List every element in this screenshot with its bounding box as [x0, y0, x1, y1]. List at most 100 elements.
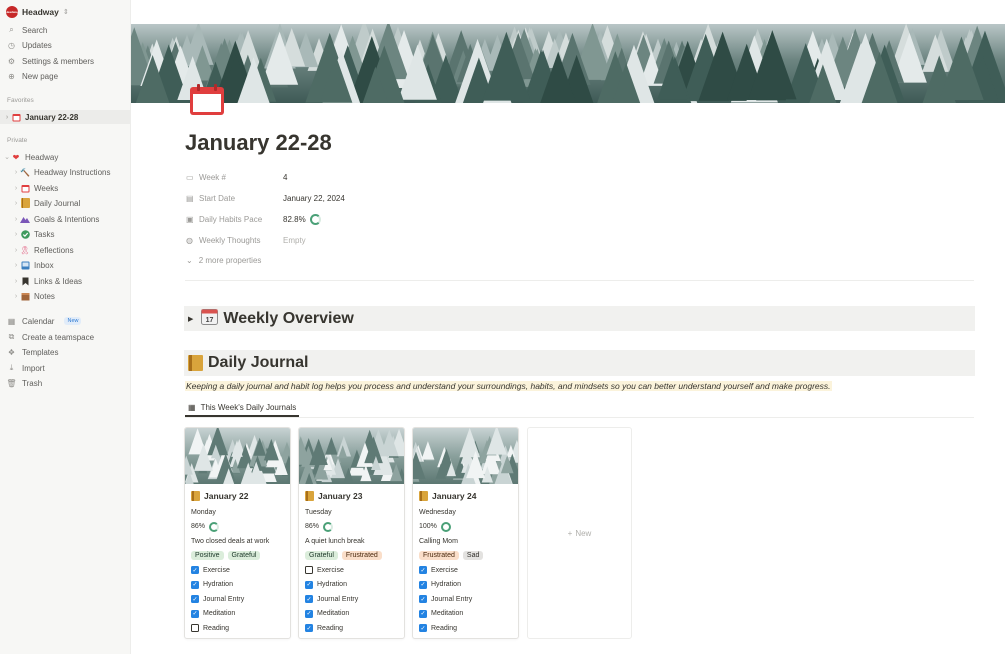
checkbox-checked-icon[interactable]: ✓	[191, 580, 199, 589]
page-title[interactable]: January 22-28	[185, 130, 332, 156]
sidebar-item-tasks[interactable]: › Tasks	[0, 227, 130, 241]
checkbox-checked-icon[interactable]: ✓	[305, 624, 313, 633]
habit-checkbox-row[interactable]: ✓ Exercise	[191, 563, 284, 578]
new-card-button[interactable]: + New	[527, 427, 632, 639]
sidebar-item-january-22-28[interactable]: › January 22-28	[0, 110, 130, 124]
weekly-overview-toggle[interactable]: ▶ 17 Weekly Overview	[184, 306, 975, 331]
workspace-name: Headway	[22, 7, 59, 17]
progress-ring	[309, 213, 321, 225]
card-day: Wednesday	[419, 508, 456, 516]
checkbox-empty-icon[interactable]	[305, 566, 313, 575]
checkbox-checked-icon[interactable]: ✓	[191, 595, 199, 604]
journal-card[interactable]: January 22 Monday 86% Two closed deals at w…	[184, 427, 291, 639]
chevron-right-icon[interactable]: ›	[12, 293, 20, 300]
inbox-icon	[20, 260, 30, 270]
habit-checkbox-row[interactable]: ✓ Meditation	[191, 607, 284, 622]
sidebar-item-headway[interactable]: ⌄ ❤ Headway	[0, 150, 130, 164]
journal-card[interactable]: January 23 Tuesday 86% A quiet lunch break G…	[298, 427, 405, 639]
habit-checkbox-row[interactable]: Exercise	[305, 563, 398, 578]
habit-checkbox-row[interactable]: ✓ Reading	[419, 621, 512, 636]
sidebar-item-headway-instructions[interactable]: › 🔨 Headway Instructions	[0, 165, 130, 179]
habit-checkbox-row[interactable]: ✓ Hydration	[305, 578, 398, 593]
sidebar-import[interactable]: ⤓ Import	[0, 361, 130, 375]
habit-checkbox-row[interactable]: ✓ Reading	[305, 621, 398, 636]
property-start-date[interactable]: ▤ Start Date January 22, 2024	[186, 190, 976, 206]
habit-checkbox-row[interactable]: Reading	[191, 621, 284, 636]
mood-tag: Frustrated	[341, 551, 382, 561]
card-cover-image	[413, 428, 518, 484]
journal-card[interactable]: January 24 Wednesday 100% Calling Mom Frustr…	[412, 427, 519, 639]
property-label: Start Date	[199, 193, 236, 203]
chevron-right-icon[interactable]: ›	[12, 169, 20, 176]
habit-checkbox-row[interactable]: ✓ Meditation	[419, 607, 512, 622]
clock-icon: ◷	[8, 40, 15, 50]
checkbox-checked-icon[interactable]: ✓	[419, 595, 427, 604]
calendar-emoji-icon: 17	[201, 308, 219, 330]
checkbox-checked-icon[interactable]: ✓	[419, 609, 427, 618]
chevron-right-icon[interactable]: ›	[12, 200, 20, 207]
chevron-right-icon[interactable]: ›	[12, 278, 20, 285]
sidebar-item-links-ideas[interactable]: › Links & Ideas	[0, 274, 130, 288]
habit-checkbox-row[interactable]: ✓ Journal Entry	[305, 592, 398, 607]
sidebar-item-notes[interactable]: › Notes	[0, 289, 130, 303]
habit-checkbox-row[interactable]: ✓ Hydration	[191, 578, 284, 593]
habit-checkbox-row[interactable]: ✓ Meditation	[305, 607, 398, 622]
sidebar-item-reflections[interactable]: › 🎗 Reflections	[0, 243, 130, 257]
sidebar-item-daily-journal[interactable]: › Daily Journal	[0, 196, 130, 210]
checkbox-checked-icon[interactable]: ✓	[419, 580, 427, 589]
chevron-right-icon[interactable]: ›	[12, 216, 20, 223]
page-cover-image[interactable]	[131, 24, 1005, 103]
habit-checkbox-row[interactable]: ✓ Exercise	[419, 563, 512, 578]
sidebar-item-goals[interactable]: › Goals & Intentions	[0, 212, 130, 226]
property-value[interactable]: 82.8%	[283, 213, 321, 225]
habit-checkbox-row[interactable]: ✓ Hydration	[419, 578, 512, 593]
card-note: Two closed deals at work	[191, 537, 270, 545]
chevron-right-icon[interactable]: ›	[12, 231, 20, 238]
chevron-right-icon[interactable]: ›	[3, 114, 11, 121]
property-week-number[interactable]: ▭ Week # 4	[186, 169, 976, 185]
chevron-down-icon[interactable]: ⌄	[3, 153, 11, 161]
habit-checkbox-row[interactable]: ✓ Journal Entry	[419, 592, 512, 607]
tab-this-weeks-daily-journals[interactable]: ▦ This Week's Daily Journals	[185, 400, 300, 417]
checkbox-checked-icon[interactable]: ✓	[419, 566, 427, 575]
habit-checkbox-row[interactable]: ✓ Journal Entry	[191, 592, 284, 607]
sidebar-create-teamspace[interactable]: ⧉ Create a teamspace	[0, 330, 130, 344]
sidebar-calendar[interactable]: ▦ Calendar New	[0, 314, 130, 328]
sidebar-trash[interactable]: 🗑 Trash	[0, 376, 130, 390]
card-tags: Grateful Frustrated	[305, 549, 398, 564]
toggle-arrow-icon[interactable]: ▶	[188, 315, 193, 323]
sidebar-settings[interactable]: ⚙ Settings & members	[0, 54, 130, 68]
property-daily-habits-pace[interactable]: ▣ Daily Habits Pace 82.8%	[186, 211, 976, 227]
workspace-switcher[interactable]: Headway Headway ⇕	[6, 5, 69, 19]
checkbox-checked-icon[interactable]: ✓	[305, 580, 313, 589]
checkbox-checked-icon[interactable]: ✓	[191, 566, 199, 575]
habit-label: Exercise	[431, 566, 458, 574]
mood-tag: Grateful	[305, 551, 338, 561]
property-value[interactable]: January 22, 2024	[283, 194, 345, 203]
search-icon: ⌕	[9, 25, 14, 34]
sidebar-new-page[interactable]: ⊕ New page	[0, 69, 130, 83]
gear-icon: ⚙	[7, 56, 16, 66]
calendar-icon[interactable]	[189, 84, 225, 116]
sidebar-item-inbox[interactable]: › Inbox	[0, 258, 130, 272]
property-value[interactable]: 4	[283, 173, 287, 182]
journal-icon	[20, 198, 30, 208]
property-value[interactable]: Empty	[283, 236, 306, 245]
more-properties-toggle[interactable]: ⌄ 2 more properties	[186, 256, 261, 265]
chevron-right-icon[interactable]: ›	[12, 185, 20, 192]
sidebar-search[interactable]: ⌕ Search	[0, 23, 130, 37]
sidebar-updates[interactable]: ◷ Updates	[0, 38, 130, 52]
chevron-right-icon[interactable]: ›	[12, 247, 20, 254]
property-weekly-thoughts[interactable]: ◍ Weekly Thoughts Empty	[186, 232, 976, 248]
card-title-text: January 23	[318, 491, 363, 501]
sidebar-item-weeks[interactable]: › Weeks	[0, 181, 130, 195]
habit-label: Journal Entry	[431, 595, 473, 603]
checkbox-empty-icon[interactable]	[191, 624, 199, 633]
chevron-right-icon[interactable]: ›	[12, 262, 20, 269]
sidebar-templates[interactable]: ❖ Templates	[0, 345, 130, 359]
checkbox-checked-icon[interactable]: ✓	[305, 595, 313, 604]
checkbox-checked-icon[interactable]: ✓	[305, 609, 313, 618]
checkbox-checked-icon[interactable]: ✓	[191, 609, 199, 618]
sidebar-item-label: January 22-28	[25, 112, 79, 122]
checkbox-checked-icon[interactable]: ✓	[419, 624, 427, 633]
